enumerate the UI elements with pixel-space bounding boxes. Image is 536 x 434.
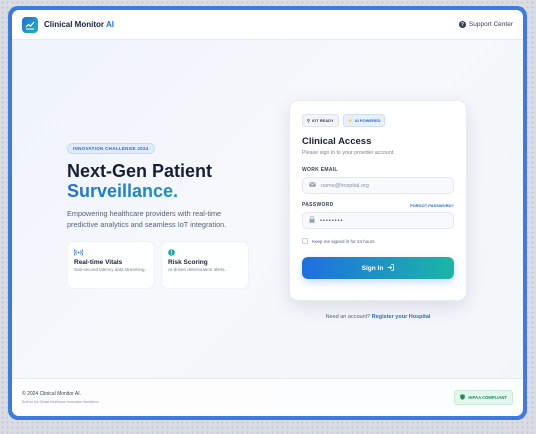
logo-icon[interactable] [22,16,38,33]
password-value: •••••••• [320,217,344,224]
feature-card-risk: Risk Scoring AI-driven deterioration ale… [161,241,249,289]
iot-icon: ⚲ [307,118,310,123]
top-bar: Clinical Monitor AI ? Support Center [12,10,523,40]
copyright-text: © 2024 Clinical Monitor AI. [22,391,81,397]
badge-label: IOT READY [311,118,334,123]
support-label: Support Center [468,21,513,28]
password-label-row: PASSWORD FORGOT PASSWORD? [302,202,454,208]
register-prefix: Need an account? [325,314,371,320]
hero-section: INNOVATION CHALLENGE 2024 Next-Gen Patie… [67,137,267,289]
feature-title: Real-time Vitals [74,259,123,266]
app-window: Clinical Monitor AI ? Support Center INNO… [12,10,523,416]
built-for-text: Built for the Global Healthcare Innovati… [22,400,99,404]
password-field[interactable]: •••••••• [302,212,454,229]
sign-in-label: Sign In [361,264,384,272]
footer-left: © 2024 Clinical Monitor AI. Built for th… [22,391,99,404]
mail-icon [309,182,316,189]
ai-powered-badge: ⚡ AI POWERED [342,114,386,127]
feature-title: Risk Scoring [168,259,208,266]
register-link[interactable]: Register your Hospital [372,314,431,320]
email-placeholder: name@hospital.org [321,182,369,189]
challenge-badge: INNOVATION CHALLENGE 2024 [67,143,155,154]
email-field[interactable]: name@hospital.org [302,177,454,194]
help-icon: ? [458,21,466,28]
badge-label: AI POWERED [354,118,381,123]
sign-in-button[interactable]: Sign In [302,257,454,279]
email-label: WORK EMAIL [302,167,338,173]
shield-icon [460,394,466,401]
brand-name: Clinical Monitor AI [44,20,114,29]
footer: © 2024 Clinical Monitor AI. Built for th… [12,378,523,416]
remember-me[interactable]: Keep me signed in for 24 hours [302,238,454,244]
register-prompt: Need an account? Register your Hospital [289,314,467,320]
hipaa-label: HIPAA COMPLIANT [468,395,507,400]
feature-desc: AI-driven deterioration alerts. [168,267,226,272]
bolt-icon: ⚡ [347,118,353,123]
hipaa-badge: HIPAA COMPLIANT [454,390,513,405]
hero-title-line2: Surveillance. [67,181,267,201]
hero-title-line1: Next-Gen Patient [67,161,213,181]
login-arrow-icon [387,263,395,273]
login-card: ⚲ IOT READY ⚡ AI POWERED Clinical Access… [289,100,467,301]
remember-label: Keep me signed in for 24 hours [312,238,375,244]
login-title: Clinical Access [302,136,372,147]
hero-description: Empowering healthcare providers with rea… [67,209,227,229]
signal-icon [73,249,148,257]
info-icon [168,249,242,257]
app-frame: Clinical Monitor AI ? Support Center INNO… [8,6,527,420]
brand-suffix: AI [106,20,114,29]
password-label: PASSWORD [302,202,334,208]
brand-text: Clinical Monitor [44,20,104,29]
forgot-password-link[interactable]: FORGOT PASSWORD? [410,203,454,208]
support-center-link[interactable]: ? Support Center [458,21,513,28]
login-badges: ⚲ IOT READY ⚡ AI POWERED [302,114,454,127]
feature-card-vitals: Real-time Vitals Sub-second latency data… [67,241,155,289]
feature-cards: Real-time Vitals Sub-second latency data… [67,241,267,289]
lock-icon [309,216,315,225]
feature-desc: Sub-second latency data streaming. [74,267,146,272]
remember-checkbox[interactable] [302,238,308,244]
login-subtitle: Please sign in to your provider account. [302,150,395,156]
iot-ready-badge: ⚲ IOT READY [302,114,339,127]
